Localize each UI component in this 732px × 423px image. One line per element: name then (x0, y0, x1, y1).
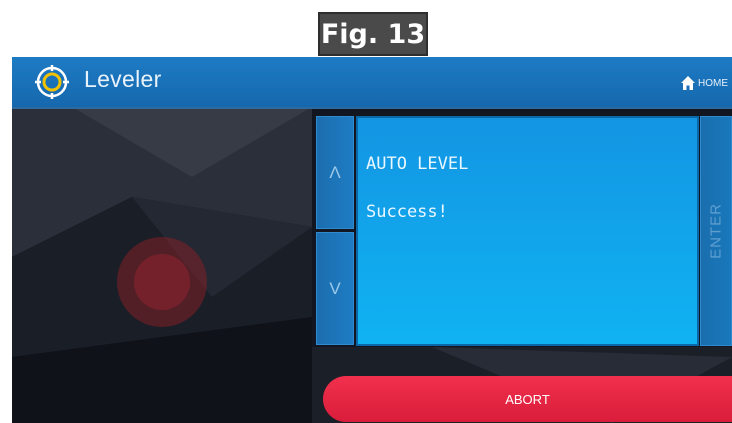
up-arrow-button[interactable]: Λ (316, 116, 354, 229)
down-arrow-button[interactable]: V (316, 232, 354, 345)
home-icon (681, 76, 695, 90)
enter-label: ENTER (707, 203, 725, 259)
abort-label: ABORT (505, 391, 550, 407)
up-arrow-icon: Λ (329, 162, 341, 182)
status-display: AUTO LEVEL Success! (356, 116, 699, 346)
home-button[interactable]: HOME (680, 73, 728, 93)
device-screen: Leveler HOME Λ V AUTO LEVEL Success! ENT… (12, 57, 732, 423)
down-arrow-icon: V (329, 278, 341, 298)
abort-button[interactable]: ABORT (323, 376, 732, 422)
top-bar: Leveler HOME (12, 57, 732, 109)
app-title: Leveler (84, 66, 162, 92)
target-icon (35, 65, 69, 99)
figure-label: Fig. 13 (318, 12, 428, 56)
home-label: HOME (698, 77, 728, 89)
display-status: Success! (366, 202, 448, 222)
display-title: AUTO LEVEL (366, 154, 469, 174)
enter-button[interactable]: ENTER (700, 116, 732, 346)
